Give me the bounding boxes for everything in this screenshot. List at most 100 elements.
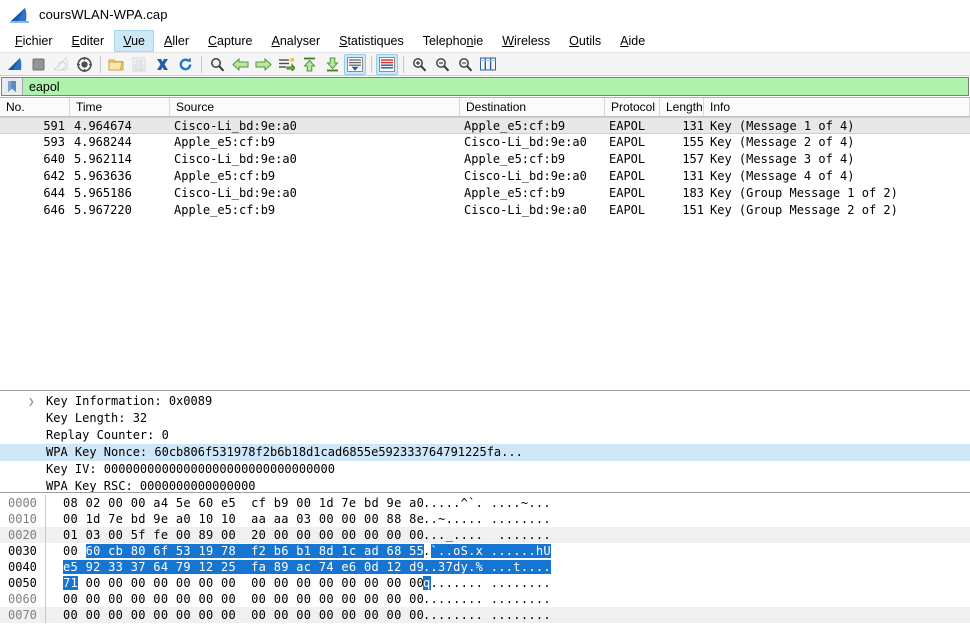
go-first-packet-icon[interactable]: [298, 54, 320, 75]
column-header-dst[interactable]: Destination: [460, 98, 605, 116]
hex-selection: 71: [63, 576, 79, 590]
zoom-out-icon[interactable]: [431, 54, 453, 75]
column-header-len[interactable]: Length: [660, 98, 704, 116]
menu-item-vue[interactable]: Vue: [114, 30, 154, 52]
go-to-packet-icon[interactable]: [275, 54, 297, 75]
hex-ascii[interactable]: .....^`. ....~...: [423, 495, 551, 511]
hex-ascii[interactable]: ..._.... .......: [423, 527, 551, 543]
packet-bytes-pane[interactable]: 0000 08 02 00 00 a4 5e 60 e5 cf b9 00 1d …: [0, 493, 970, 640]
colorize-icon[interactable]: [376, 53, 398, 75]
hex-bytes[interactable]: 01 03 00 5f fe 00 89 00 20 00 00 00 00 0…: [55, 527, 424, 543]
hex-bytes[interactable]: 08 02 00 00 a4 5e 60 e5 cf b9 00 1d 7e b…: [55, 495, 424, 511]
packet-row[interactable]: 640 5.962114 Cisco-Li_bd:9e:a0 Apple_e5:cf:…: [0, 151, 970, 168]
hex-row[interactable]: 0020 01 03 00 5f fe 00 89 00 20 00 00 00 …: [0, 527, 970, 543]
hex-ascii[interactable]: .`..oS.x ......hU: [423, 543, 551, 559]
packet-row[interactable]: 644 5.965186 Cisco-Li_bd:9e:a0 Apple_e5:cf:…: [0, 185, 970, 202]
column-header-proto[interactable]: Protocol: [605, 98, 660, 116]
detail-row[interactable]: WPA Key RSC: 0000000000000000: [0, 478, 970, 492]
hex-row[interactable]: 0030 00 60 cb 80 6f 53 19 78 f2 b6 b1 8d …: [0, 543, 970, 559]
detail-row[interactable]: WPA Key Nonce: 60cb806f531978f2b6b18d1ca…: [0, 444, 970, 461]
column-header-time[interactable]: Time: [70, 98, 170, 116]
packet-row[interactable]: 646 5.967220 Apple_e5:cf:b9 Cisco-Li_bd:9e:…: [0, 202, 970, 219]
start-capture-icon[interactable]: [4, 54, 26, 75]
zoom-reset-icon[interactable]: [454, 54, 476, 75]
menu-item-telephonie[interactable]: Telephonie: [414, 30, 492, 52]
ascii-selection: ..37dy.% ...t....: [423, 560, 551, 574]
packet-cell-len: 157: [682, 152, 704, 166]
menu-item-analyser[interactable]: Analyser: [262, 30, 329, 52]
packet-list-rows[interactable]: 591 4.964674 Cisco-Li_bd:9e:a0 Apple_e5:cf:…: [0, 117, 970, 390]
hex-bytes[interactable]: e5 92 33 37 64 79 12 25 fa 89 ac 74 e6 0…: [55, 559, 425, 575]
hex-bytes[interactable]: 00 1d 7e bd 9e a0 10 10 aa aa 03 00 00 0…: [55, 511, 424, 527]
filter-text[interactable]: eapol: [23, 80, 60, 94]
detail-row[interactable]: ❯ Key Information: 0x0089: [0, 393, 970, 410]
menu-item-outils[interactable]: Outils: [560, 30, 610, 52]
packet-cell-proto: EAPOL: [609, 169, 646, 183]
hex-ascii[interactable]: ..~..... ........: [423, 511, 551, 527]
hex-row[interactable]: 0040 e5 92 33 37 64 79 12 25 fa 89 ac 74 …: [0, 559, 970, 575]
packet-list-pane[interactable]: No. Time Source Destination Protocol Length In…: [0, 98, 970, 391]
hex-offset: 0050: [8, 576, 37, 590]
menu-item-wireless[interactable]: Wireless: [493, 30, 559, 52]
resize-columns-icon[interactable]: [477, 54, 499, 75]
save-file-icon: 010: [128, 54, 150, 75]
hex-ascii[interactable]: ..37dy.% ...t....: [423, 559, 551, 575]
packet-cell-time: 5.963636: [74, 169, 132, 183]
column-header-no[interactable]: No.: [0, 98, 70, 116]
column-header-info[interactable]: Info: [704, 98, 970, 116]
hex-row[interactable]: 0070 00 00 00 00 00 00 00 00 00 00 00 00 …: [0, 607, 970, 623]
packet-cell-info: Key (Message 3 of 4): [710, 152, 855, 166]
menu-item-statistiques[interactable]: Statistiques: [330, 30, 413, 52]
packet-cell-proto: EAPOL: [609, 186, 646, 200]
packet-row[interactable]: 642 5.963636 Apple_e5:cf:b9 Cisco-Li_bd:9e:…: [0, 168, 970, 185]
hex-ascii[interactable]: ........ ........: [423, 591, 551, 607]
menu-item-editer[interactable]: Editer: [63, 30, 114, 52]
toolbar-separator: [201, 55, 202, 73]
menu-item-aller[interactable]: Aller: [155, 30, 198, 52]
column-header-src[interactable]: Source: [170, 98, 460, 116]
hex-row[interactable]: 0050 71 00 00 00 00 00 00 00 00 00 00 00 …: [0, 575, 970, 591]
go-forward-icon[interactable]: [252, 54, 274, 75]
packet-row[interactable]: 591 4.964674 Cisco-Li_bd:9e:a0 Apple_e5:cf:…: [0, 117, 970, 134]
hex-selection: e5 92 33 37 64 79 12 25 fa 89 ac 74 e6 0…: [63, 560, 425, 574]
chevron-right-icon[interactable]: ❯: [28, 393, 35, 410]
open-file-icon[interactable]: [105, 54, 127, 75]
hex-bytes[interactable]: 71 00 00 00 00 00 00 00 00 00 00 00 00 0…: [55, 575, 424, 591]
detail-row-label: Key Information: 0x0089: [46, 394, 213, 408]
go-last-packet-icon[interactable]: [321, 54, 343, 75]
hex-row[interactable]: 0000 08 02 00 00 a4 5e 60 e5 cf b9 00 1d …: [0, 495, 970, 511]
hex-row[interactable]: 0060 00 00 00 00 00 00 00 00 00 00 00 00 …: [0, 591, 970, 607]
filter-bookmark-icon[interactable]: [2, 78, 23, 95]
packet-cell-no: 640: [43, 152, 65, 166]
packet-row[interactable]: 593 4.968244 Apple_e5:cf:b9 Cisco-Li_bd:9e:…: [0, 134, 970, 151]
detail-row-label: WPA Key Nonce: 60cb806f531978f2b6b18d1ca…: [46, 445, 523, 459]
hex-offset: 0030: [8, 544, 37, 558]
find-packet-icon[interactable]: [206, 54, 228, 75]
hex-ascii[interactable]: q....... ........: [423, 575, 551, 591]
go-back-icon[interactable]: [229, 54, 251, 75]
display-filter-input[interactable]: eapol: [1, 77, 969, 96]
menu-item-capture[interactable]: Capture: [199, 30, 261, 52]
packet-details-pane[interactable]: ❯ Key Information: 0x0089 Key Length: 32 Re…: [0, 391, 970, 493]
packet-cell-dst: Apple_e5:cf:b9: [464, 152, 566, 166]
zoom-in-icon[interactable]: [408, 54, 430, 75]
reload-file-icon[interactable]: [174, 54, 196, 75]
close-file-icon[interactable]: [151, 54, 173, 75]
packet-cell-proto: EAPOL: [609, 152, 646, 166]
capture-options-icon[interactable]: [73, 54, 95, 75]
hex-ascii[interactable]: ........ ........: [423, 607, 551, 623]
hex-bytes[interactable]: 00 00 00 00 00 00 00 00 00 00 00 00 00 0…: [55, 607, 424, 623]
auto-scroll-icon[interactable]: [344, 53, 366, 75]
packet-cell-info: Key (Message 1 of 4): [710, 119, 855, 133]
detail-row[interactable]: Key Length: 32: [0, 410, 970, 427]
hex-row[interactable]: 0010 00 1d 7e bd 9e a0 10 10 aa aa 03 00 …: [0, 511, 970, 527]
menu-item-aide[interactable]: Aide: [611, 30, 654, 52]
packet-cell-time: 4.964674: [74, 119, 132, 133]
menu-item-fichier[interactable]: Fichier: [6, 30, 62, 52]
stop-capture-icon[interactable]: [27, 54, 49, 75]
detail-row[interactable]: Key IV: 00000000000000000000000000000000: [0, 461, 970, 478]
hex-bytes[interactable]: 00 60 cb 80 6f 53 19 78 f2 b6 b1 8d 1c a…: [55, 543, 425, 559]
packet-list-header[interactable]: No. Time Source Destination Protocol Length In…: [0, 98, 970, 117]
detail-row[interactable]: Replay Counter: 0: [0, 427, 970, 444]
hex-bytes[interactable]: 00 00 00 00 00 00 00 00 00 00 00 00 00 0…: [55, 591, 424, 607]
